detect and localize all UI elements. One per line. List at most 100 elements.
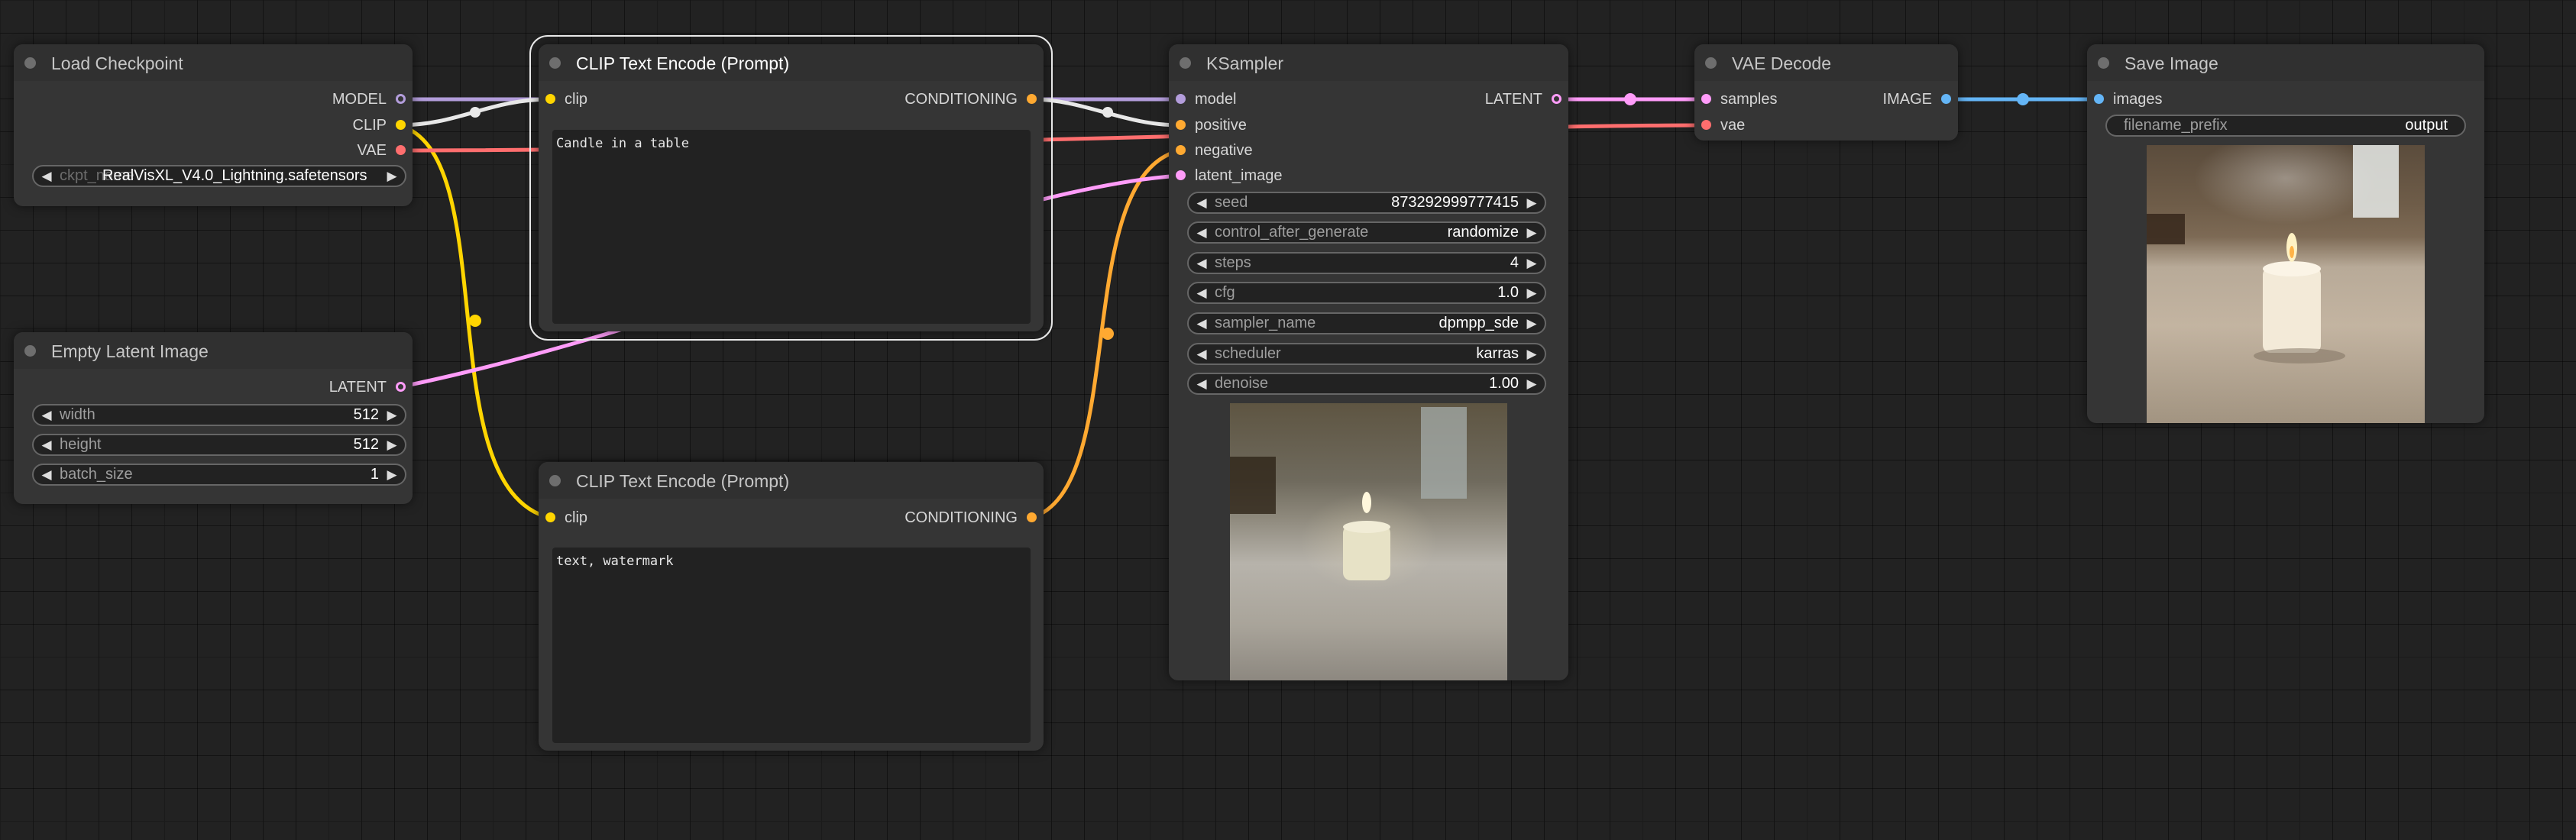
output-slot-conditioning[interactable]: CONDITIONING: [905, 90, 1044, 108]
chevron-right-icon[interactable]: ▶: [382, 465, 402, 484]
height-widget[interactable]: ◀ height 512 ▶: [32, 434, 406, 456]
input-dot-icon[interactable]: [1176, 120, 1186, 130]
input-slot-clip[interactable]: clip: [539, 509, 587, 527]
node-title: CLIP Text Encode (Prompt): [576, 471, 790, 491]
output-dot-icon[interactable]: [396, 120, 406, 130]
chevron-left-icon[interactable]: ◀: [37, 465, 57, 484]
output-slot-conditioning[interactable]: CONDITIONING: [905, 509, 1044, 527]
output-slot-model[interactable]: MODEL: [332, 90, 413, 108]
node-title-bar[interactable]: CLIP Text Encode (Prompt): [539, 462, 1044, 499]
chevron-left-icon[interactable]: ◀: [1192, 254, 1212, 273]
chevron-right-icon[interactable]: ▶: [1522, 223, 1542, 242]
output-slot-latent[interactable]: LATENT: [1485, 90, 1568, 108]
input-dot-icon[interactable]: [545, 94, 555, 104]
collapse-dot-icon[interactable]: [24, 345, 36, 357]
widget-value: 873292999777415: [1391, 194, 1519, 211]
node-clip-text-encode-negative[interactable]: CLIP Text Encode (Prompt) clip CONDITION…: [539, 462, 1044, 751]
chevron-right-icon[interactable]: ▶: [382, 435, 402, 454]
input-slot-vae[interactable]: vae: [1694, 116, 1745, 134]
node-title-bar[interactable]: VAE Decode: [1694, 44, 1958, 81]
input-dot-icon[interactable]: [1701, 94, 1711, 104]
output-window: [2353, 145, 2399, 218]
input-slot-clip[interactable]: clip: [539, 90, 587, 108]
batch-size-widget[interactable]: ◀ batch_size 1 ▶: [32, 464, 406, 486]
output-slot-clip[interactable]: CLIP: [353, 116, 413, 134]
node-title-bar[interactable]: Save Image: [2087, 44, 2484, 81]
collapse-dot-icon[interactable]: [2098, 57, 2109, 69]
collapse-dot-icon[interactable]: [549, 57, 561, 69]
node-title-bar[interactable]: KSampler: [1169, 44, 1568, 81]
node-title-bar[interactable]: CLIP Text Encode (Prompt): [539, 44, 1044, 81]
collapse-dot-icon[interactable]: [1180, 57, 1191, 69]
input-dot-icon[interactable]: [545, 512, 555, 522]
output-dot-icon[interactable]: [396, 382, 406, 392]
input-slot-label: images: [2113, 91, 2163, 108]
chevron-right-icon[interactable]: ▶: [382, 405, 402, 425]
denoise-widget[interactable]: ◀ denoise 1.00 ▶: [1187, 373, 1546, 395]
chevron-left-icon[interactable]: ◀: [1192, 223, 1212, 242]
filename-prefix-field[interactable]: filename_prefix output: [2105, 115, 2466, 137]
chevron-right-icon[interactable]: ▶: [1522, 283, 1542, 302]
output-dot-icon[interactable]: [396, 145, 406, 155]
input-dot-icon[interactable]: [2094, 94, 2104, 104]
steps-widget[interactable]: ◀ steps 4 ▶: [1187, 252, 1546, 274]
chevron-left-icon[interactable]: ◀: [1192, 193, 1212, 212]
node-title: CLIP Text Encode (Prompt): [576, 53, 790, 73]
node-clip-text-encode-positive[interactable]: CLIP Text Encode (Prompt) clip CONDITION…: [529, 35, 1053, 341]
input-slot-latent-image[interactable]: latent_image: [1169, 166, 1283, 185]
node-title: KSampler: [1206, 53, 1283, 73]
chevron-left-icon[interactable]: ◀: [1192, 344, 1212, 363]
node-title-bar[interactable]: Load Checkpoint: [14, 44, 413, 81]
output-dot-icon[interactable]: [1027, 94, 1037, 104]
chevron-right-icon[interactable]: ▶: [1522, 344, 1542, 363]
input-dot-icon[interactable]: [1176, 94, 1186, 104]
chevron-left-icon[interactable]: ◀: [37, 405, 57, 425]
chevron-right-icon[interactable]: ▶: [1522, 193, 1542, 212]
width-widget[interactable]: ◀ width 512 ▶: [32, 404, 406, 426]
ckpt-name-combo[interactable]: ◀ ckpt_name RealVisXL_V4.0_Lightning.saf…: [32, 165, 406, 187]
prompt-textarea[interactable]: Candle in a table: [552, 130, 1031, 324]
input-dot-icon[interactable]: [1701, 120, 1711, 130]
chevron-left-icon[interactable]: ◀: [1192, 283, 1212, 302]
chevron-left-icon[interactable]: ◀: [37, 435, 57, 454]
cfg-widget[interactable]: ◀ cfg 1.0 ▶: [1187, 282, 1546, 304]
collapse-dot-icon[interactable]: [1705, 57, 1717, 69]
chevron-left-icon[interactable]: ◀: [1192, 374, 1212, 393]
control-after-generate-widget[interactable]: ◀ control_after_generate randomize ▶: [1187, 221, 1546, 244]
node-save-image[interactable]: Save Image images filename_prefix output: [2087, 44, 2484, 423]
input-slot-images[interactable]: images: [2087, 90, 2162, 108]
input-slot-samples[interactable]: samples: [1694, 90, 1777, 108]
output-slot-image[interactable]: IMAGE: [1883, 90, 1958, 108]
chevron-right-icon[interactable]: ▶: [382, 166, 402, 186]
input-dot-icon[interactable]: [1176, 170, 1186, 180]
output-dot-icon[interactable]: [1027, 512, 1037, 522]
node-vae-decode[interactable]: VAE Decode samples vae IMAGE: [1694, 44, 1958, 141]
input-slot-positive[interactable]: positive: [1169, 116, 1247, 134]
seed-widget[interactable]: ◀ seed 873292999777415 ▶: [1187, 192, 1546, 214]
collapse-dot-icon[interactable]: [549, 475, 561, 486]
chevron-right-icon[interactable]: ▶: [1522, 314, 1542, 333]
input-dot-icon[interactable]: [1176, 145, 1186, 155]
output-slot-latent[interactable]: LATENT: [329, 378, 413, 396]
output-candle-body: [2263, 267, 2321, 353]
chevron-right-icon[interactable]: ▶: [1522, 374, 1542, 393]
link-clip-negative-midpoint: [469, 315, 481, 327]
output-dot-icon[interactable]: [1552, 94, 1561, 104]
node-empty-latent-image[interactable]: Empty Latent Image LATENT ◀ width 512 ▶ …: [14, 332, 413, 504]
chevron-left-icon[interactable]: ◀: [1192, 314, 1212, 333]
scheduler-widget[interactable]: ◀ scheduler karras ▶: [1187, 343, 1546, 365]
collapse-dot-icon[interactable]: [24, 57, 36, 69]
widget-value: 512: [353, 436, 379, 453]
input-slot-negative[interactable]: negative: [1169, 141, 1253, 160]
output-dot-icon[interactable]: [1941, 94, 1951, 104]
node-load-checkpoint[interactable]: Load Checkpoint MODEL CLIP VAE ◀ ckpt_na…: [14, 44, 413, 206]
output-slot-vae[interactable]: VAE: [357, 141, 413, 160]
chevron-right-icon[interactable]: ▶: [1522, 254, 1542, 273]
input-slot-model[interactable]: model: [1169, 90, 1236, 108]
node-ksampler[interactable]: KSampler model positive negative latent_…: [1169, 44, 1568, 680]
output-dot-icon[interactable]: [396, 94, 406, 104]
node-title-bar[interactable]: Empty Latent Image: [14, 332, 413, 369]
prompt-textarea[interactable]: text, watermark: [552, 548, 1031, 743]
chevron-left-icon[interactable]: ◀: [37, 166, 57, 186]
sampler-name-widget[interactable]: ◀ sampler_name dpmpp_sde ▶: [1187, 312, 1546, 334]
